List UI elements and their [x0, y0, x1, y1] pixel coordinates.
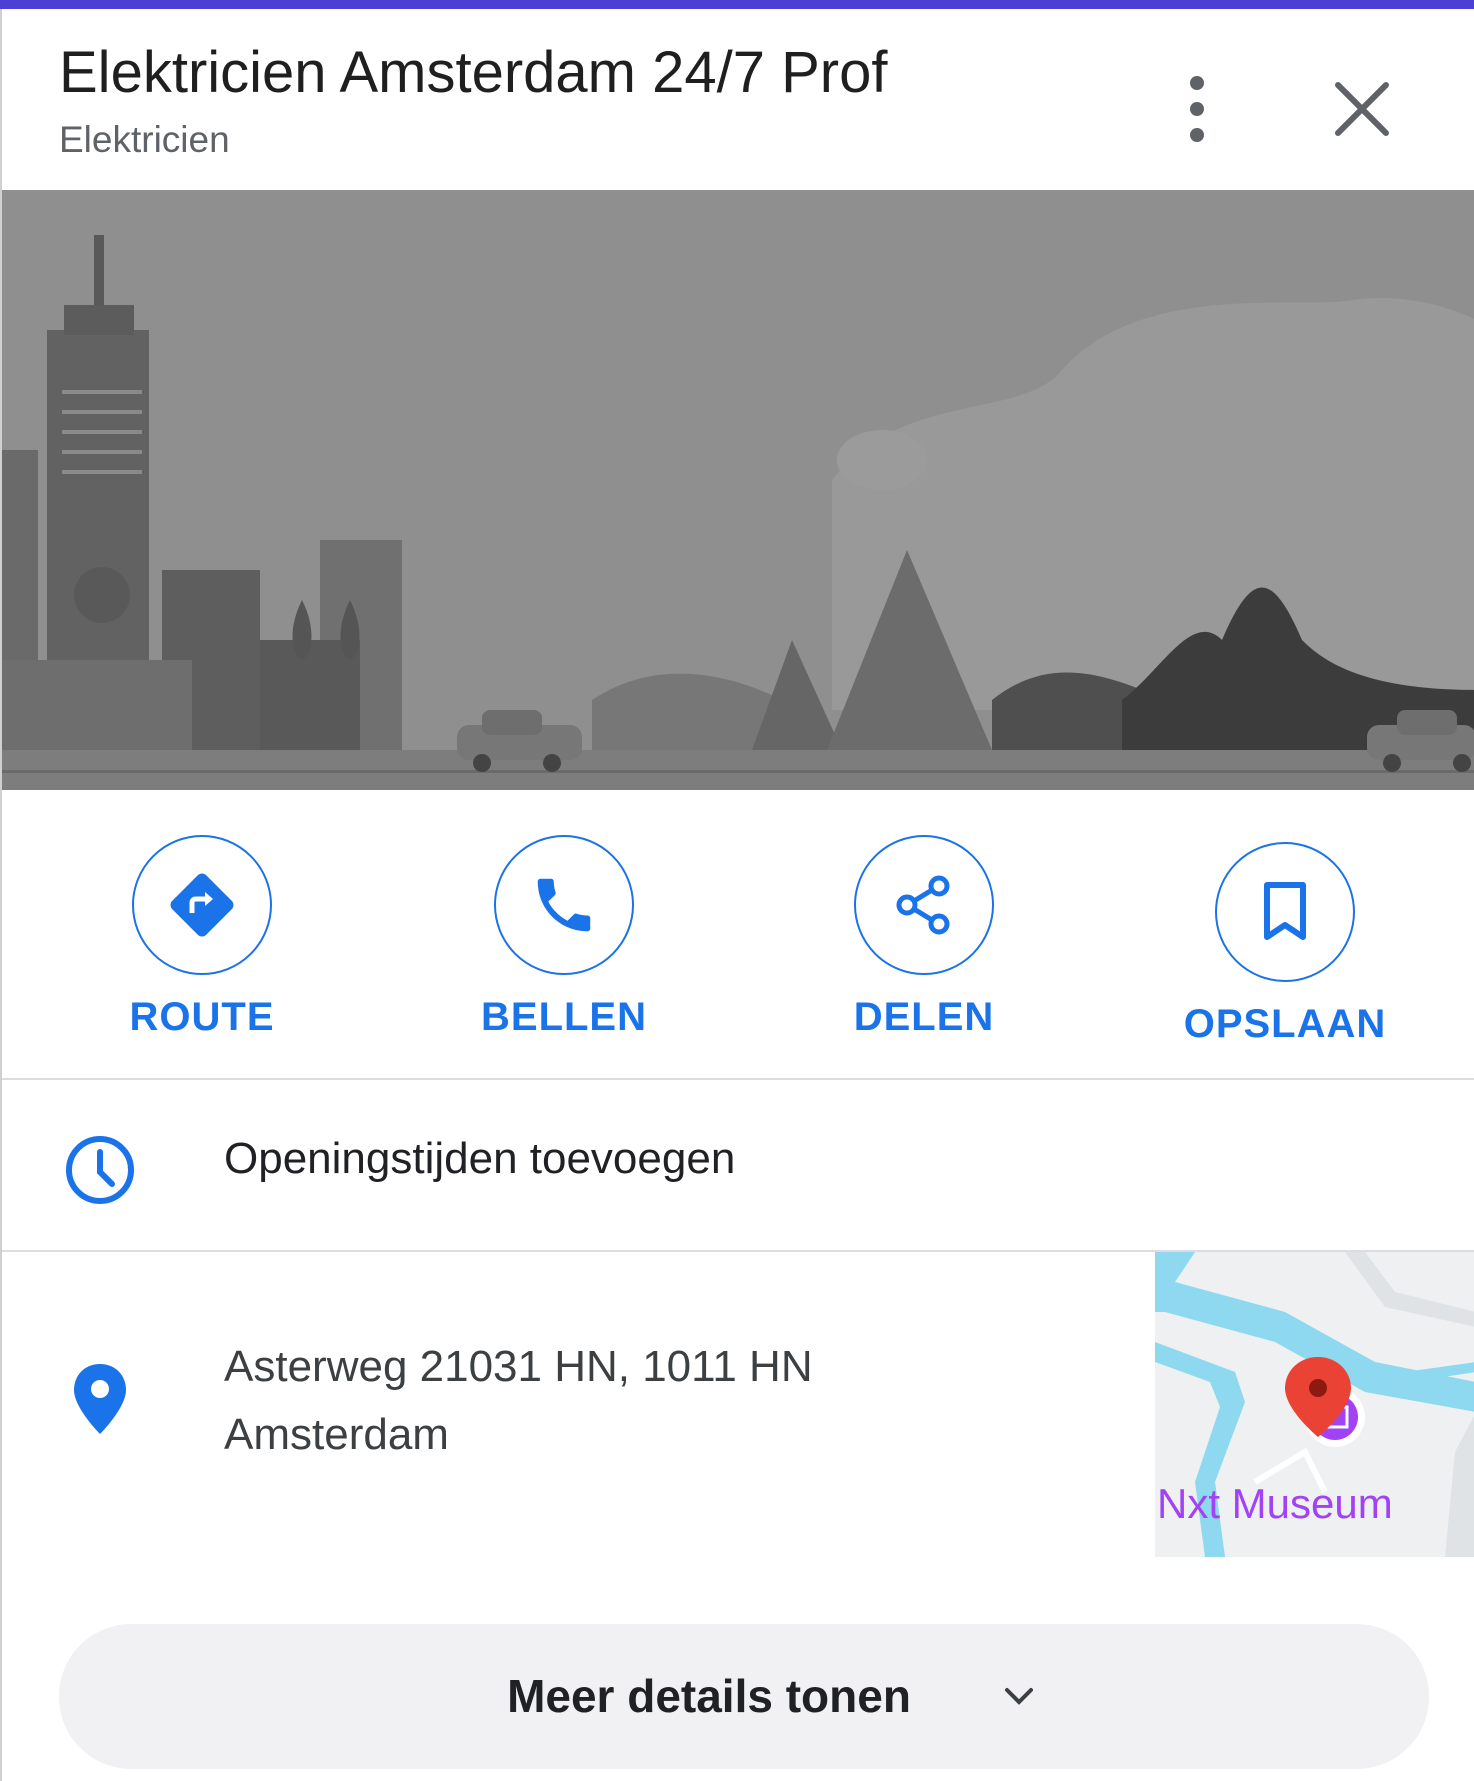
route-button[interactable]: ROUTE — [77, 835, 337, 1065]
share-button[interactable]: DELEN — [799, 835, 1059, 1065]
place-header: Elektricien Amsterdam 24/7 Prof Elektric… — [2, 9, 1474, 189]
place-panel: Elektricien Amsterdam 24/7 Prof Elektric… — [0, 9, 1474, 1781]
call-label: BELLEN — [481, 995, 647, 1039]
route-label: ROUTE — [129, 995, 275, 1039]
place-title: Elektricien Amsterdam 24/7 Prof — [59, 40, 888, 105]
minimap-poi-label: Nxt Museum — [1157, 1480, 1393, 1527]
address-row: Asterweg 21031 HN, 1011 HN Amsterdam Nxt… — [2, 1252, 1474, 1562]
address-line-1[interactable]: Asterweg 21031 HN, 1011 HN — [224, 1342, 813, 1392]
location-minimap[interactable]: Nxt Museum — [1155, 1252, 1474, 1557]
share-icon — [896, 875, 950, 935]
action-bar: ROUTE BELLEN DELEN OPSLAAN — [2, 790, 1474, 1080]
opening-hours-row[interactable]: Openingstijden toevoegen — [2, 1080, 1474, 1252]
location-pin-icon — [74, 1364, 126, 1434]
place-hero-illustration — [2, 190, 1474, 790]
save-label: OPSLAAN — [1183, 1002, 1387, 1046]
place-category: Elektricien — [59, 119, 230, 160]
chevron-down-icon — [1005, 1688, 1033, 1705]
window-top-bar — [0, 0, 1474, 9]
directions-icon — [170, 873, 234, 937]
bookmark-icon — [1264, 882, 1306, 940]
call-button[interactable]: BELLEN — [439, 835, 699, 1065]
more-details-button[interactable]: Meer details tonen — [59, 1624, 1429, 1769]
close-button[interactable] — [1322, 69, 1402, 149]
more-options-button[interactable] — [1172, 69, 1222, 149]
share-label: DELEN — [853, 995, 995, 1039]
opening-hours-text: Openingstijden toevoegen — [224, 1134, 736, 1183]
address-line-2[interactable]: Amsterdam — [224, 1410, 449, 1460]
save-button[interactable]: OPSLAAN — [1160, 842, 1420, 1072]
more-vert-icon — [1190, 76, 1204, 142]
clock-icon — [66, 1136, 134, 1204]
more-details-label: Meer details tonen — [507, 1670, 911, 1722]
close-icon — [1335, 82, 1389, 136]
phone-icon — [537, 878, 591, 932]
